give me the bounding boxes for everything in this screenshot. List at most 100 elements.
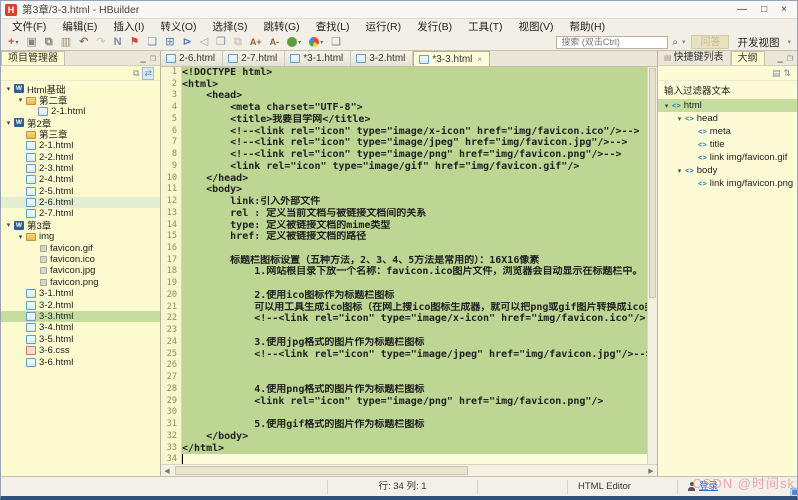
tree-item-favicon.gif[interactable]: favicon.gif: [1, 242, 160, 253]
expander-icon[interactable]: ▾: [675, 167, 684, 175]
tree-item-2-3.html[interactable]: 2-3.html: [1, 163, 160, 174]
qa-button[interactable]: 问答: [691, 35, 729, 49]
menu-item-插入(I)[interactable]: 插入(I): [106, 18, 151, 35]
code-line[interactable]: 5 <title>我要自学网</title>: [161, 114, 647, 126]
code-line[interactable]: 29 <link rel="icon" type="image/png" hre…: [161, 396, 647, 408]
comment-icon[interactable]: ❑: [328, 35, 344, 49]
search-icon[interactable]: ⌕: [672, 37, 678, 48]
panel-maximize-icon[interactable]: ❐: [150, 55, 156, 63]
editor-tab-*3-1.html[interactable]: *3-1.html: [285, 51, 351, 66]
save-icon[interactable]: ▣: [23, 35, 39, 49]
tree-item-2-4.html[interactable]: 2-4.html: [1, 174, 160, 185]
code-line[interactable]: 27: [161, 372, 647, 384]
view-selector[interactable]: 开发视图: [733, 35, 783, 50]
tab-close-icon[interactable]: ×: [477, 55, 482, 64]
menu-item-运行(R)[interactable]: 运行(R): [359, 18, 409, 35]
builtin-browser-icon[interactable]: ▾: [284, 35, 304, 49]
code-line[interactable]: 34: [161, 454, 647, 464]
code-line[interactable]: 30: [161, 407, 647, 419]
expander-icon[interactable]: ▾: [4, 85, 13, 93]
code-line[interactable]: 26: [161, 360, 647, 372]
redo-icon[interactable]: ↷: [93, 35, 108, 49]
tree-item-img[interactable]: ▾img: [1, 231, 160, 242]
code-line[interactable]: 21 可以用工具生成ico图标（在网上搜ico图标生成器，就可以把png或gif…: [161, 302, 647, 314]
code-line[interactable]: 25 <!--<link rel="icon" type="image/jpeg…: [161, 349, 647, 361]
undo-icon[interactable]: ↶: [76, 35, 91, 49]
outline-filter-input[interactable]: 输入过滤器文本: [658, 81, 797, 98]
expander-icon[interactable]: ▾: [662, 102, 671, 110]
editor-tab-*3-3.html[interactable]: *3-3.html×: [413, 51, 490, 66]
font-increase-icon[interactable]: A+: [247, 35, 265, 49]
expander-icon[interactable]: ▾: [16, 96, 25, 104]
code-line[interactable]: 9 <link rel="icon" type="image/gif" href…: [161, 161, 647, 173]
revert-icon[interactable]: ▥: [58, 35, 74, 49]
tree-item-3-6.html[interactable]: 3-6.html: [1, 356, 160, 367]
tree-item-favicon.png[interactable]: favicon.png: [1, 277, 160, 288]
code-line[interactable]: 20 2.使用ico图标作为标题栏图标: [161, 290, 647, 302]
code-line[interactable]: 23: [161, 325, 647, 337]
tree-item-favicon.ico[interactable]: favicon.ico: [1, 254, 160, 265]
collapse-all-icon[interactable]: ⧉: [133, 68, 139, 79]
panel-minimize-icon[interactable]: ▁: [777, 55, 782, 63]
tab-outline[interactable]: 大纲: [731, 51, 765, 65]
new-window-icon[interactable]: ❏: [144, 35, 160, 49]
code-line[interactable]: 31 5.使用gif格式的图片作为标题栏图标: [161, 419, 647, 431]
dropdown-caret-icon[interactable]: ▾: [298, 39, 301, 46]
tree-item-Html基础[interactable]: ▾WHtml基础: [1, 83, 160, 94]
dropdown-caret-icon[interactable]: ▾: [15, 39, 18, 46]
outline-sort-icon[interactable]: ⇅: [783, 68, 791, 79]
code-line[interactable]: 13 rel : 定义当前文档与被链接文档间的关系: [161, 208, 647, 220]
code-line[interactable]: 7 <!--<link rel="icon" type="image/jpeg"…: [161, 137, 647, 149]
menu-item-转义(O)[interactable]: 转义(O): [153, 18, 203, 35]
search-dropdown-icon[interactable]: ▾: [682, 38, 686, 46]
expander-icon[interactable]: ▾: [4, 221, 13, 229]
close-button[interactable]: ×: [781, 4, 787, 16]
scroll-right-icon[interactable]: ▶: [645, 467, 657, 475]
code-line[interactable]: 28 4.使用png格式的图片作为标题栏图标: [161, 384, 647, 396]
bookmark-icon[interactable]: ⚑: [127, 35, 143, 49]
menu-item-工具(T)[interactable]: 工具(T): [461, 18, 509, 35]
search-input[interactable]: [556, 36, 668, 49]
switch-window-icon[interactable]: ❐: [213, 35, 229, 49]
export-icon[interactable]: ⊞: [162, 35, 177, 49]
link-with-editor-icon[interactable]: ⇄: [142, 67, 154, 80]
tree-item-2-6.html[interactable]: 2-6.html: [1, 197, 160, 208]
tree-item-3-3.html[interactable]: 3-3.html: [1, 311, 160, 322]
run-icon[interactable]: ⊳: [179, 35, 194, 49]
code-line[interactable]: 10 </head>: [161, 173, 647, 185]
tab-shortcut-list[interactable]: ▤快捷键列表: [658, 51, 731, 65]
tree-item-2-2.html[interactable]: 2-2.html: [1, 151, 160, 162]
code-area[interactable]: 1<!DOCTYPE html>2<html>3 <head>4 <meta c…: [161, 67, 647, 464]
tree-item-favicon.jpg[interactable]: favicon.jpg: [1, 265, 160, 276]
code-line[interactable]: 2<html>: [161, 79, 647, 91]
tree-item-3-6.css[interactable]: 3-6.css: [1, 345, 160, 356]
reformat-icon[interactable]: N: [111, 35, 125, 49]
view-dropdown-icon[interactable]: ▾: [787, 38, 791, 46]
outline-item-title[interactable]: <>title: [658, 138, 797, 151]
menu-item-文件(F)[interactable]: 文件(F): [5, 18, 53, 35]
tab-project-manager[interactable]: 项目管理器: [1, 51, 65, 65]
code-line[interactable]: 4 <meta charset="UTF-8">: [161, 102, 647, 114]
editor-vertical-scrollbar[interactable]: [647, 67, 657, 464]
editor-tab-2-6.html[interactable]: 2-6.html: [161, 51, 223, 66]
outline-item-link img/favicon.png[interactable]: <>link img/favicon.png: [658, 177, 797, 190]
console-icon[interactable]: ◁: [197, 35, 211, 49]
tree-item-第3章[interactable]: ▾W第3章: [1, 220, 160, 231]
code-line[interactable]: 3 <head>: [161, 90, 647, 102]
login-link[interactable]: 登录: [699, 480, 718, 494]
code-line[interactable]: 24 3.使用jpg格式的图片作为标题栏图标: [161, 337, 647, 349]
code-line[interactable]: 11 <body>: [161, 184, 647, 196]
scroll-left-icon[interactable]: ◀: [161, 467, 173, 475]
outline-item-html[interactable]: ▾<>html: [658, 99, 797, 112]
menu-item-视图(V)[interactable]: 视图(V): [512, 18, 561, 35]
code-line[interactable]: 33</html>: [161, 443, 647, 455]
code-line[interactable]: 12 link:引入外部文件: [161, 196, 647, 208]
tree-item-第2章[interactable]: ▾W第2章: [1, 117, 160, 128]
dropdown-caret-icon[interactable]: ▾: [320, 39, 323, 46]
expander-icon[interactable]: ▾: [16, 233, 25, 241]
chrome-browser-icon[interactable]: ▾: [306, 35, 326, 49]
new-file-dropdown[interactable]: +▾: [5, 35, 21, 49]
menu-item-查找(L)[interactable]: 查找(L): [309, 18, 357, 35]
code-line[interactable]: 6 <!--<link rel="icon" type="image/x-ico…: [161, 126, 647, 138]
code-line[interactable]: 32 </body>: [161, 431, 647, 443]
